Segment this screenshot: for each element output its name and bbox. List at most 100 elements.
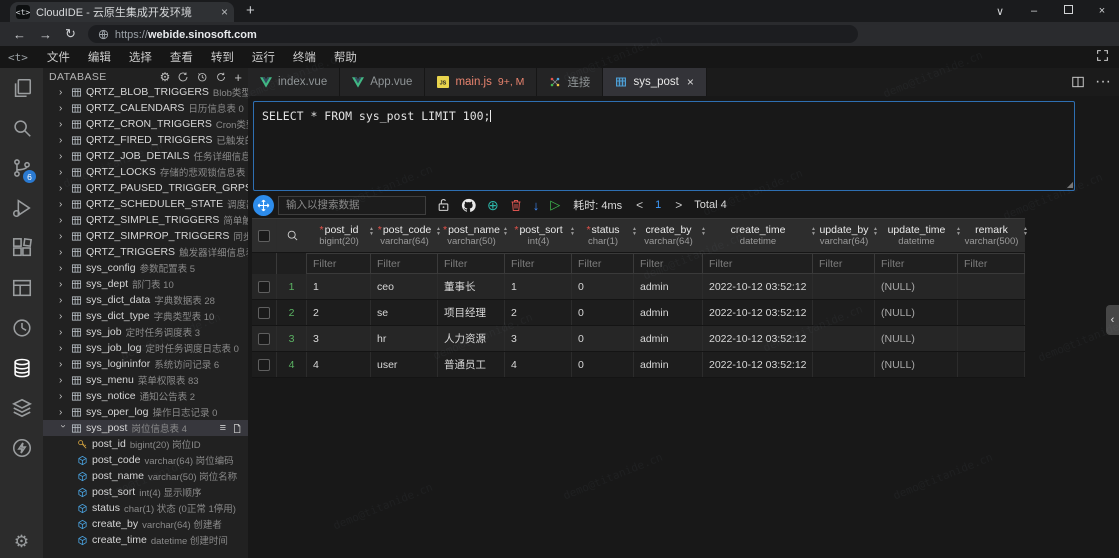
current-page[interactable]: 1 [655, 199, 661, 211]
menu-item-3[interactable]: 查看 [161, 49, 202, 65]
column-header-post_sort[interactable]: *post_sortint(4)▲▼ [505, 219, 572, 252]
cell-post_sort[interactable]: 4 [505, 352, 572, 377]
cell-post_id[interactable]: 3 [307, 326, 371, 351]
cell-post_code[interactable]: hr [371, 326, 438, 351]
more-actions-icon[interactable]: ··· [1095, 73, 1111, 91]
cell-create_time[interactable]: 2022-10-12 03:52:12 [703, 274, 813, 299]
column-header-create_by[interactable]: create_byvarchar(64)▲▼ [634, 219, 703, 252]
window-close-icon[interactable]: × [1085, 5, 1119, 17]
cell-post_name[interactable]: 董事长 [438, 274, 505, 299]
schedule-icon[interactable] [0, 308, 43, 348]
layers-icon[interactable] [0, 388, 43, 428]
cell-remark[interactable] [958, 326, 1025, 351]
cell-update_time[interactable]: (NULL) [875, 326, 958, 351]
cell-post_id[interactable]: 4 [307, 352, 371, 377]
tree-table-QRTZ_SIMPLE_TRIGGERS[interactable]: ›QRTZ_SIMPLE_TRIGGERS简单触发... [43, 212, 248, 228]
cell-update_by[interactable] [813, 300, 875, 325]
column-header-post_name[interactable]: *post_namevarchar(50)▲▼ [438, 219, 505, 252]
cell-post_name[interactable]: 普通员工 [438, 352, 505, 377]
split-editor-icon[interactable] [1071, 75, 1085, 89]
column-header-update_time[interactable]: update_timedatetime▲▼ [875, 219, 958, 252]
menu-item-2[interactable]: 选择 [120, 49, 161, 65]
cell-create_by[interactable]: admin [634, 274, 703, 299]
database-icon[interactable] [0, 348, 43, 388]
tree-table-QRTZ_PAUSED_TRIGGER_GRPS[interactable]: ›QRTZ_PAUSED_TRIGGER_GRPS暂... [43, 180, 248, 196]
tab-close-icon[interactable]: × [221, 6, 228, 18]
new-tab-icon[interactable]: + [246, 2, 255, 19]
chevron-right-icon[interactable]: › [59, 247, 67, 258]
chevron-right-icon[interactable]: › [59, 327, 67, 338]
tree-column-create_by[interactable]: create_byvarchar(64) 创建者 [43, 516, 248, 532]
window-maximize-icon[interactable] [1051, 5, 1085, 17]
new-file-icon[interactable] [232, 423, 242, 434]
search-icon[interactable] [286, 229, 299, 242]
chevron-right-icon[interactable]: › [59, 167, 67, 178]
refresh-icon[interactable] [215, 71, 227, 83]
cell-create_time[interactable]: 2022-10-12 03:52:12 [703, 326, 813, 351]
chevron-right-icon[interactable]: › [59, 183, 67, 194]
chevron-right-icon[interactable]: › [59, 279, 67, 290]
column-header-remark[interactable]: remarkvarchar(500)▲▼ [958, 219, 1025, 252]
cell-remark[interactable] [958, 352, 1025, 377]
settings-icon[interactable]: ⚙ [160, 70, 171, 84]
tree-table-QRTZ_TRIGGERS[interactable]: ›QRTZ_TRIGGERS触发器详细信息表 3 [43, 244, 248, 260]
tree-table-sys_post[interactable]: ›sys_post岗位信息表 4≡ [43, 420, 248, 436]
export-icon[interactable]: ↓ [533, 198, 540, 213]
tree-column-post_id[interactable]: post_idbigint(20) 岗位ID [43, 436, 248, 452]
cell-post_code[interactable]: user [371, 352, 438, 377]
sort-icon[interactable]: ▲▼ [811, 227, 816, 237]
sort-icon[interactable]: ▲▼ [873, 227, 878, 237]
row-number[interactable]: 2 [277, 300, 307, 325]
cell-update_by[interactable] [813, 274, 875, 299]
menu-item-7[interactable]: 帮助 [325, 49, 366, 65]
sort-icon[interactable]: ▲▼ [1023, 227, 1028, 237]
filter-input-update_by[interactable]: Filter [813, 253, 875, 274]
tree-table-QRTZ_CRON_TRIGGERS[interactable]: ›QRTZ_CRON_TRIGGERSCron类型... [43, 116, 248, 132]
add-icon[interactable]: + [234, 70, 242, 85]
cell-status[interactable]: 0 [572, 300, 634, 325]
menu-item-5[interactable]: 运行 [243, 49, 284, 65]
cell-status[interactable]: 0 [572, 274, 634, 299]
insert-row-icon[interactable]: ⊕ [487, 197, 499, 214]
filter-input-create_by[interactable]: Filter [634, 253, 703, 274]
tree-table-sys_menu[interactable]: ›sys_menu菜单权限表 83 [43, 372, 248, 388]
list-icon[interactable]: ≡ [220, 422, 226, 434]
cell-post_code[interactable]: ceo [371, 274, 438, 299]
tree-column-post_sort[interactable]: post_sortint(4) 显示顺序 [43, 484, 248, 500]
filter-input-create_time[interactable]: Filter [703, 253, 813, 274]
cell-create_by[interactable]: admin [634, 352, 703, 377]
tree-table-QRTZ_BLOB_TRIGGERS[interactable]: ›QRTZ_BLOB_TRIGGERSBlob类型的... [43, 84, 248, 100]
cell-update_time[interactable]: (NULL) [875, 274, 958, 299]
column-header-post_id[interactable]: *post_idbigint(20)▲▼ [307, 219, 371, 252]
sort-icon[interactable]: ▲▼ [436, 227, 441, 237]
run-and-debug-icon[interactable] [0, 188, 43, 228]
cell-update_by[interactable] [813, 352, 875, 377]
prev-page-icon[interactable]: < [636, 198, 643, 212]
sort-icon[interactable]: ▲▼ [369, 227, 374, 237]
power-icon[interactable] [0, 428, 43, 468]
sql-editor[interactable]: SELECT * FROM sys_post LIMIT 100; ◢ [253, 101, 1075, 191]
chevron-right-icon[interactable]: › [59, 263, 67, 274]
chevron-right-icon[interactable]: › [59, 215, 67, 226]
menu-item-0[interactable]: 文件 [38, 49, 79, 65]
column-header-status[interactable]: *statuschar(1)▲▼ [572, 219, 634, 252]
cell-post_name[interactable]: 人力资源 [438, 326, 505, 351]
delete-row-icon[interactable] [510, 199, 522, 212]
tree-table-sys_logininfor[interactable]: ›sys_logininfor系统访问记录 6 [43, 356, 248, 372]
chevron-right-icon[interactable]: › [59, 407, 67, 418]
sort-icon[interactable]: ▲▼ [701, 227, 706, 237]
column-header-update_by[interactable]: update_byvarchar(64)▲▼ [813, 219, 875, 252]
next-page-icon[interactable]: > [675, 198, 682, 212]
cell-remark[interactable] [958, 300, 1025, 325]
tree-table-QRTZ_LOCKS[interactable]: ›QRTZ_LOCKS存储的悲观锁信息表 2 [43, 164, 248, 180]
chevron-right-icon[interactable]: › [59, 343, 67, 354]
row-checkbox[interactable] [258, 333, 270, 345]
chevron-right-icon[interactable]: › [59, 151, 67, 162]
back-icon[interactable]: ← [13, 27, 26, 42]
cell-update_time[interactable]: (NULL) [875, 300, 958, 325]
sort-icon[interactable]: ▲▼ [632, 227, 637, 237]
tree-table-sys_job[interactable]: ›sys_job定时任务调度表 3 [43, 324, 248, 340]
tree-column-create_time[interactable]: create_timedatetime 创建时间 [43, 532, 248, 548]
cell-post_sort[interactable]: 2 [505, 300, 572, 325]
chevron-right-icon[interactable]: › [59, 119, 67, 130]
